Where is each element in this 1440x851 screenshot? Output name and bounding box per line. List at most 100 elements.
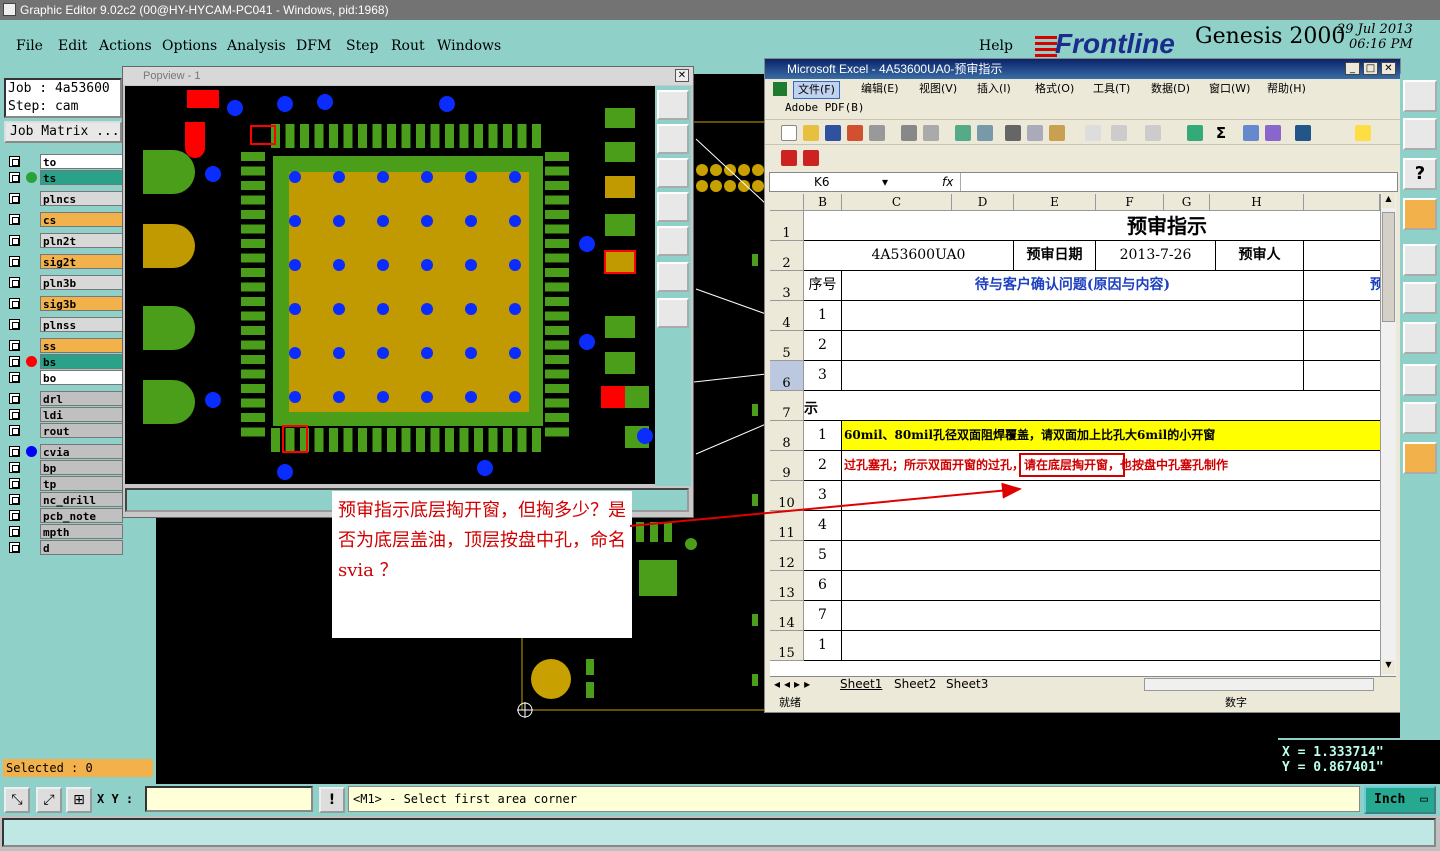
vertical-scrollbar[interactable]: ▲ ▼: [1380, 194, 1396, 676]
col-header-b[interactable]: B: [804, 194, 842, 211]
cell-item-8-no[interactable]: 1: [804, 631, 842, 661]
layer-name[interactable]: pln2t: [40, 233, 123, 248]
scroll-up-icon[interactable]: ▲: [1382, 194, 1395, 208]
menu-edit-cn[interactable]: 编辑(E): [861, 79, 899, 99]
tab-sheet2[interactable]: Sheet2: [894, 677, 936, 692]
layer-name[interactable]: rout: [40, 423, 123, 438]
paste-icon[interactable]: [1049, 125, 1065, 141]
layer-row-mpth[interactable]: mpth: [6, 524, 123, 539]
route-icon[interactable]: [1403, 442, 1437, 474]
cell-item-6-text[interactable]: [842, 571, 1380, 601]
pan-left-icon[interactable]: [657, 192, 689, 222]
format-painter-icon[interactable]: [1085, 125, 1101, 141]
cell-issue-header[interactable]: 待与客户确认问题(原因与内容): [842, 271, 1304, 301]
menu-rout[interactable]: Rout: [391, 38, 425, 54]
layer-affected-dot[interactable]: [26, 446, 37, 457]
spelling-icon[interactable]: [955, 125, 971, 141]
layer-checkbox[interactable]: [9, 214, 20, 225]
row-header-1[interactable]: 1: [770, 211, 804, 241]
layer-checkbox[interactable]: [9, 526, 20, 537]
cell-item-8-text[interactable]: [842, 631, 1380, 661]
preview-icon[interactable]: [923, 125, 939, 141]
cell-item-1-text[interactable]: 60mil、80mil孔径双面阻焊覆盖，请双面加上比孔大6mil的小开窗: [842, 421, 1380, 451]
permission-icon[interactable]: [847, 125, 863, 141]
layer-row-pln2t[interactable]: pln2t: [6, 233, 123, 248]
layer-checkbox[interactable]: [9, 446, 20, 457]
menu-help[interactable]: Help: [979, 38, 1013, 54]
row-header-6[interactable]: 6: [770, 361, 804, 391]
layer-row-ss[interactable]: ss: [6, 338, 123, 353]
col-header-i[interactable]: [1304, 194, 1380, 211]
feature-select-icon[interactable]: [1403, 198, 1437, 230]
help-icon[interactable]: ?: [1403, 158, 1437, 190]
menu-view-cn[interactable]: 视图(V): [919, 79, 957, 99]
layer-row-bo[interactable]: bo: [6, 370, 123, 385]
layer-checkbox[interactable]: [9, 319, 20, 330]
layer-name[interactable]: cs: [40, 212, 123, 227]
horizontal-scrollbar[interactable]: [1144, 678, 1374, 691]
layer-row-cs[interactable]: cs: [6, 212, 123, 227]
layer-row-ts[interactable]: ts: [6, 170, 123, 185]
name-box[interactable]: K6: [814, 173, 830, 191]
pdf-email-icon[interactable]: [803, 150, 819, 166]
layer-name[interactable]: cvia: [40, 444, 123, 459]
menu-tools-cn[interactable]: 工具(T): [1093, 79, 1130, 99]
cell-issue-1-right[interactable]: [1304, 301, 1380, 331]
layer-row-sig2t[interactable]: sig2t: [6, 254, 123, 269]
popview-canvas[interactable]: [125, 86, 655, 484]
layer-row-pln3b[interactable]: pln3b: [6, 275, 123, 290]
layer-row-plncs[interactable]: plncs: [6, 191, 123, 206]
zoom-fit-icon[interactable]: [657, 262, 689, 292]
layer-checkbox[interactable]: [9, 356, 20, 367]
layer-name[interactable]: mpth: [40, 524, 123, 539]
cell-item-1-no[interactable]: 1: [804, 421, 842, 451]
hyperlink-icon[interactable]: [1187, 125, 1203, 141]
layer-name[interactable]: ss: [40, 338, 123, 353]
menu-analysis[interactable]: Analysis: [227, 38, 286, 54]
cell-item-6-no[interactable]: 6: [804, 571, 842, 601]
cell-issue-1[interactable]: 1: [804, 301, 842, 331]
menu-step[interactable]: Step: [346, 38, 378, 54]
cell-issue-1-text[interactable]: [842, 301, 1304, 331]
layer-name[interactable]: pcb_note: [40, 508, 123, 523]
zoom-in-icon[interactable]: ⤡: [4, 787, 30, 813]
layer-checkbox[interactable]: [9, 193, 20, 204]
adobe-pdf-menu[interactable]: Adobe PDF(B): [765, 99, 1400, 117]
row-header-3[interactable]: 3: [770, 271, 804, 301]
layer-row-nc_drill[interactable]: nc_drill: [6, 492, 123, 507]
save-icon[interactable]: [825, 125, 841, 141]
menu-help-cn[interactable]: 帮助(H): [1267, 79, 1306, 99]
sort-asc-icon[interactable]: [1243, 125, 1259, 141]
layer-row-to[interactable]: to: [6, 154, 123, 169]
layer-affected-dot[interactable]: [26, 172, 37, 183]
cell-issue-3-right[interactable]: [1304, 361, 1380, 391]
cell-person-value[interactable]: [1304, 241, 1380, 271]
layer-name[interactable]: plncs: [40, 191, 123, 206]
cell-date-value[interactable]: 2013-7-26: [1096, 241, 1216, 271]
autosum-icon[interactable]: Σ: [1213, 125, 1229, 141]
copy-icon[interactable]: [1027, 125, 1043, 141]
fill-color-icon[interactable]: [1355, 125, 1371, 141]
scroll-down-icon[interactable]: ▼: [1382, 660, 1395, 674]
cell-issue-2-right[interactable]: [1304, 331, 1380, 361]
sheet-title[interactable]: 预审指示: [804, 211, 1380, 241]
layer-row-rout[interactable]: rout: [6, 423, 123, 438]
col-header-c[interactable]: C: [842, 194, 952, 211]
pad-icon[interactable]: [1403, 244, 1437, 276]
menu-insert-cn[interactable]: 插入(I): [977, 79, 1011, 99]
layer-row-bs[interactable]: bs: [6, 354, 123, 369]
line-icon[interactable]: [1403, 282, 1437, 314]
layer-checkbox[interactable]: [9, 172, 20, 183]
select-all-corner[interactable]: [770, 194, 804, 211]
pan-right-icon[interactable]: [657, 226, 689, 256]
layer-checkbox[interactable]: [9, 542, 20, 553]
menu-file-cn[interactable]: 文件(F): [793, 81, 840, 99]
layer-name[interactable]: bs: [40, 354, 123, 369]
layer-name[interactable]: bo: [40, 370, 123, 385]
layer-checkbox[interactable]: [9, 340, 20, 351]
layer-name[interactable]: ts: [40, 170, 123, 185]
shapes-icon[interactable]: [1403, 364, 1437, 396]
xy-input[interactable]: [145, 786, 313, 812]
formula-input[interactable]: [960, 173, 1396, 191]
warning-icon[interactable]: !: [319, 787, 345, 813]
